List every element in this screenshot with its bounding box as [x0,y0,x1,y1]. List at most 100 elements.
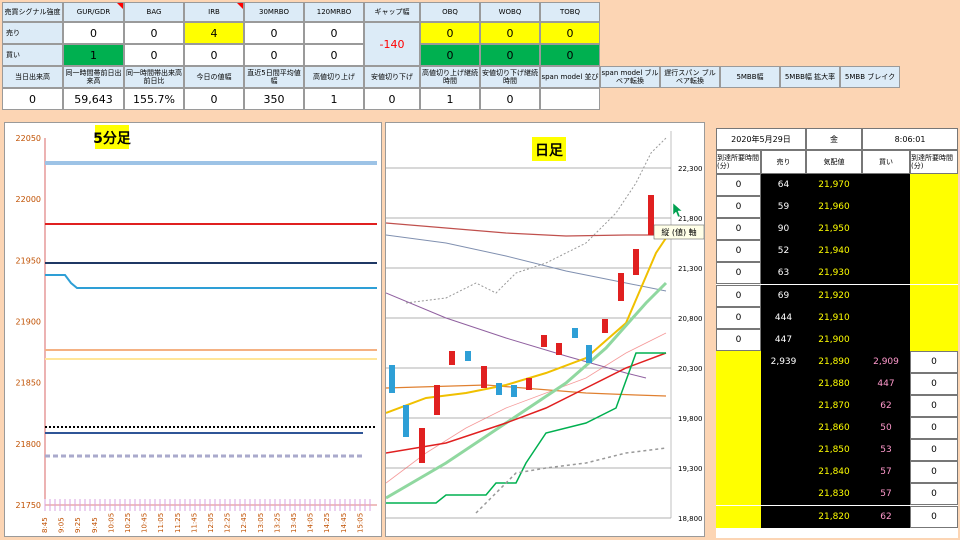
buy-value-6: 0 [480,44,540,66]
board-sell-cell: 69 [761,284,806,307]
board-t2-cell: 0 [910,505,958,528]
stats-header-6: 安値切り下げ [364,66,420,88]
board-buy-cell [862,284,910,307]
board-price-cell: 21,950 [806,218,862,241]
chart-5min-x-tick: 14:05 [307,513,315,533]
board-buy-cell [862,196,910,219]
chart-daily-y-tick: 19,300 [678,465,703,473]
board-price-cell: 21,910 [806,306,862,329]
chart-5min-x-tick: 14:45 [340,513,348,533]
board-t1-cell [716,372,761,395]
candle [618,273,624,301]
chart-daily-panel[interactable]: 22,300 21,800 21,300 20,800 20,300 19,800 19,3… [385,122,705,537]
signal-header-1: GUR/GDR [63,2,124,22]
chart-daily: 22,300 21,800 21,300 20,800 20,300 19,800 19,3… [386,123,704,536]
signal-header-4: 30MRBO [244,2,304,22]
board-t1-cell: 0 [716,306,761,329]
board-price-cell: 21,860 [806,417,862,440]
stats-header-4: 直近5日間平均値幅 [244,66,304,88]
board-sell-cell: 90 [761,218,806,241]
chart-5min-x-tick: 9:05 [58,517,66,533]
board-price-cell: 21,940 [806,240,862,263]
board-t1-cell: 0 [716,218,761,241]
stats-value-2: 155.7% [124,88,184,110]
chart-5min-x-tick: 12:05 [207,513,215,533]
board-t2-cell [910,218,958,241]
board-col-header-1: 売り [761,150,806,174]
buy-value-4: 0 [304,44,364,66]
board-weekday: 金 [806,128,862,150]
stats-value-1: 59,643 [63,88,124,110]
board-t1-cell [716,350,761,373]
board-t1-cell: 0 [716,284,761,307]
board-t2-cell: 0 [910,350,958,373]
chart-5min-x-tick: 9:25 [74,517,82,533]
stats-header-8: 安値切り下げ継続時間 [480,66,540,88]
signal-header-8: WOBQ [480,2,540,22]
board-col-header-3: 買い [862,150,910,174]
chart-5min-y-tick: 22000 [16,195,41,204]
stats-value-8: 0 [480,88,540,110]
chart-5min-y-tick: 22050 [16,134,41,143]
sell-value-3: 0 [244,22,304,44]
board-price-cell: 21,830 [806,483,862,506]
candle [449,351,455,365]
stats-header-7: 高値切り上げ継続時間 [420,66,480,88]
sell-value-6: 0 [480,22,540,44]
stats-value-7: 1 [420,88,480,110]
signal-header-7: OBQ [420,2,480,22]
stats-header-0: 当日出来高 [2,66,63,88]
stats-header-10: span model ブルベア転換 [600,66,660,88]
candle [496,383,502,395]
board-t2-cell: 0 [910,483,958,506]
board-t2-cell [910,240,958,263]
board-t2-cell [910,262,958,285]
chart-daily-y-tick: 21,300 [678,265,703,273]
board-buy-cell: 57 [862,461,910,484]
chart-5min-bg [5,123,381,536]
board-buy-cell: 2,909 [862,350,910,373]
board-price-cell: 21,880 [806,372,862,395]
board-t1-cell [716,417,761,440]
chart-daily-y-tick: 18,800 [678,515,703,523]
stats-header-13: 5MBB幅 拡大率 [780,66,840,88]
candle [403,405,409,437]
candle [586,345,592,363]
buy-value-3: 0 [244,44,304,66]
candle [572,328,578,338]
board-sell-cell: 444 [761,306,806,329]
board-buy-cell [862,306,910,329]
stats-header-9: span model 並び [540,66,600,88]
board-t2-cell: 0 [910,395,958,418]
chart-5min-x-tick: 11:45 [190,513,198,533]
chart-5min-x-tick: 10:25 [124,513,132,533]
buy-value-5: 0 [420,44,480,66]
chart-5min-x-tick: 11:25 [174,513,182,533]
signal-header-6: ギャップ幅 [364,2,420,22]
chart-5min-x-tick: 11:05 [157,513,165,533]
chart-5min-x-tick: 10:05 [107,513,115,533]
board-price-cell: 21,870 [806,395,862,418]
chart-5min-x-tick: 13:25 [273,513,281,533]
board-buy-cell [862,328,910,351]
chart-5min-y-tick: 21900 [16,318,41,327]
signal-header-5: 120MRBO [304,2,364,22]
candle [541,335,547,347]
signal-header-0: 売買シグナル強度 [2,2,63,22]
buy-value-2: 0 [184,44,244,66]
board-sell-cell [761,461,806,484]
board-t2-cell [910,196,958,219]
board-t2-cell: 0 [910,439,958,462]
board-buy-cell: 57 [862,483,910,506]
chart-5min-panel[interactable]: 22050 22000 21950 21900 21850 21800 21750 8:45… [4,122,382,537]
candle [511,385,517,397]
board-date: 2020年5月29日 [716,128,806,150]
board-sell-cell [761,483,806,506]
board-price-cell: 21,920 [806,284,862,307]
board-sell-cell [761,505,806,528]
board-buy-cell: 53 [862,439,910,462]
board-buy-cell [862,218,910,241]
chart-5min-y-tick: 21750 [16,501,41,510]
board-sell-cell: 59 [761,196,806,219]
chart-daily-y-tick: 22,300 [678,165,703,173]
